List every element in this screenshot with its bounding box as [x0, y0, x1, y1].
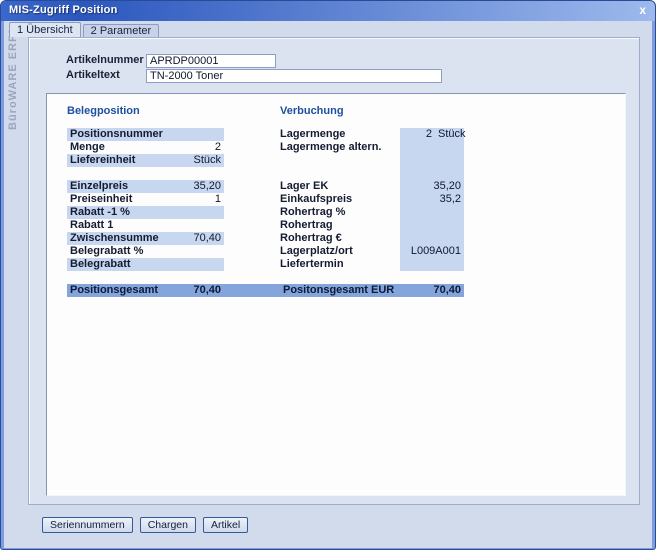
table-row: Preiseinheit1: [67, 193, 224, 206]
artikeltext-input[interactable]: TN-2000 Toner: [146, 69, 442, 83]
brand-label: BüroWARE ERP!: [7, 29, 19, 130]
client-area: 1 Übersicht 2 Parameter BüroWARE ERP! Ar…: [4, 21, 652, 548]
row-value: [180, 245, 224, 258]
row-value: 2Stück: [400, 128, 464, 141]
row-spacer: [280, 154, 464, 167]
row-label: Einkaufspreis: [280, 193, 400, 206]
totals-row: Positionsgesamt 70,40 Positonsgesamt EUR 7…: [67, 284, 464, 297]
row-label: Belegrabatt %: [67, 245, 180, 258]
artikelnummer-input[interactable]: APRDP00001: [146, 54, 276, 68]
chargen-button[interactable]: Chargen: [140, 517, 196, 533]
table-row: Rohertrag %: [280, 206, 464, 219]
table-row: Rabatt -1 %: [67, 206, 224, 219]
row-label: Liefereinheit: [67, 154, 180, 167]
right-total-value: 70,40: [433, 284, 461, 297]
row-value-number: 2: [400, 128, 432, 141]
titlebar[interactable]: MIS-Zugriff Position x: [1, 1, 655, 21]
right-section-header: Verbuchung: [280, 105, 344, 117]
right-column: Lagermenge2Stück Lagermenge altern. Lage…: [280, 128, 464, 271]
row-label: Rohertrag: [280, 219, 400, 232]
row-label: Menge: [67, 141, 180, 154]
left-column: Positionsnummer Menge2 LiefereinheitStüc…: [67, 128, 224, 271]
row-value-unit: Stück: [432, 128, 464, 141]
row-label: Belegrabatt: [67, 258, 180, 271]
artikelnummer-label: Artikelnummer: [66, 54, 146, 67]
row-label: Rohertrag €: [280, 232, 400, 245]
tab-uebersicht[interactable]: 1 Übersicht: [9, 22, 81, 37]
row-spacer: [67, 167, 224, 180]
row-value: 35,20: [180, 180, 224, 193]
table-row: Belegrabatt %: [67, 245, 224, 258]
row-value: 35,20: [400, 180, 464, 193]
row-label: Preiseinheit: [67, 193, 180, 206]
row-label: Rohertrag %: [280, 206, 400, 219]
row-value: 2: [180, 141, 224, 154]
table-row: LiefereinheitStück: [67, 154, 224, 167]
row-value: L009A001: [400, 245, 464, 258]
artikeltext-label: Artikeltext: [66, 69, 146, 82]
table-row: Lagermenge2Stück: [280, 128, 464, 141]
totals-spacer: [224, 284, 280, 297]
row-value: 1: [180, 193, 224, 206]
main-panel: ArtikelnummerAPRDP00001 ArtikeltextTN-20…: [28, 37, 640, 505]
table-row: Einkaufspreis35,2: [280, 193, 464, 206]
row-label: Liefertermin: [280, 258, 400, 271]
row-label: Lagermenge altern.: [280, 141, 400, 154]
table-row: Menge2: [67, 141, 224, 154]
row-label: Zwischensumme: [67, 232, 180, 245]
row-value: 35,2: [400, 193, 464, 206]
row-value: [180, 128, 224, 141]
row-label: Positionsnummer: [67, 128, 180, 141]
close-icon[interactable]: x: [639, 3, 646, 17]
artikel-button[interactable]: Artikel: [203, 517, 248, 533]
button-bar: Seriennummern Chargen Artikel: [42, 517, 248, 533]
row-spacer: [280, 167, 464, 180]
row-value: [180, 206, 224, 219]
table-row: Rohertrag: [280, 219, 464, 232]
table-row: Liefertermin: [280, 258, 464, 271]
brand-vertical-text: BüroWARE ERP!: [7, 29, 24, 229]
table-row: Positionsnummer: [67, 128, 224, 141]
table-row: Lagerplatz/ortL009A001: [280, 245, 464, 258]
row-value: [400, 219, 464, 232]
row-value: [400, 232, 464, 245]
table-row: Belegrabatt: [67, 258, 224, 271]
table-row: Rohertrag €: [280, 232, 464, 245]
table-row: Lagermenge altern.: [280, 141, 464, 154]
row-label: Lagerplatz/ort: [280, 245, 400, 258]
left-total: Positionsgesamt 70,40: [67, 284, 224, 297]
right-total: Positonsgesamt EUR 70,40: [280, 284, 464, 297]
row-value: [180, 219, 224, 232]
row-value: [180, 258, 224, 271]
tab-bar: 1 Übersicht 2 Parameter: [9, 22, 159, 37]
row-label: Rabatt -1 %: [67, 206, 180, 219]
row-value: 70,40: [180, 232, 224, 245]
right-total-label: Positonsgesamt EUR: [283, 284, 394, 297]
artikeltext-field-row: ArtikeltextTN-2000 Toner: [66, 69, 442, 83]
row-value: [400, 206, 464, 219]
tab-parameter[interactable]: 2 Parameter: [83, 24, 160, 37]
left-total-label: Positionsgesamt: [70, 284, 158, 297]
table-row: Einzelpreis35,20: [67, 180, 224, 193]
left-section-header: Belegposition: [67, 105, 140, 117]
left-total-value: 70,40: [193, 284, 221, 297]
row-value: Stück: [180, 154, 224, 167]
row-value: [400, 141, 464, 154]
seriennummern-button[interactable]: Seriennummern: [42, 517, 133, 533]
row-label: Rabatt 1: [67, 219, 180, 232]
row-value: [400, 258, 464, 271]
table-row: Zwischensumme70,40: [67, 232, 224, 245]
table-row: Lager EK35,20: [280, 180, 464, 193]
row-label: Lager EK: [280, 180, 400, 193]
artikelnummer-field-row: ArtikelnummerAPRDP00001: [66, 54, 276, 68]
table-row: Rabatt 1: [67, 219, 224, 232]
row-label: Einzelpreis: [67, 180, 180, 193]
window-title: MIS-Zugriff Position: [9, 4, 117, 16]
row-label: Lagermenge: [280, 128, 400, 141]
detail-panel: Belegposition Verbuchung Positionsnummer…: [46, 93, 626, 496]
window: MIS-Zugriff Position x 1 Übersicht 2 Par…: [0, 0, 656, 550]
